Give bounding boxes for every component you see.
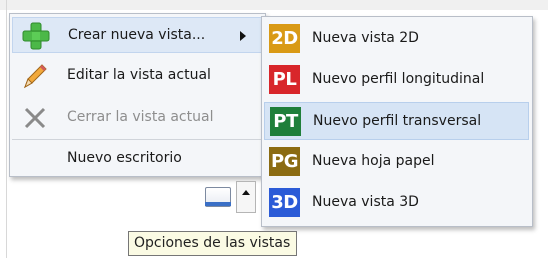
menu-separator bbox=[12, 139, 262, 140]
submenu-item-nueva-vista-2d[interactable]: 2D Nueva vista 2D bbox=[264, 20, 529, 58]
view-options-button[interactable] bbox=[200, 183, 236, 213]
paper-sheet-icon: PG bbox=[269, 147, 300, 176]
submenu-item-label: Nueva vista 2D bbox=[312, 30, 419, 46]
submenu-item-label: Nuevo perfil transversal bbox=[313, 113, 482, 129]
menu-item-editar-vista[interactable]: Editar la vista actual bbox=[12, 58, 262, 94]
view-options-icon-bar bbox=[205, 202, 231, 206]
menu-item-crear-nueva-vista[interactable]: Crear nueva vista... bbox=[12, 17, 262, 53]
submenu-item-label: Nuevo perfil longitudinal bbox=[312, 71, 485, 87]
view-options-dropdown-arrow[interactable] bbox=[236, 181, 256, 213]
pencil-icon bbox=[20, 61, 50, 91]
submenu-item-label: Nueva hoja papel bbox=[312, 153, 435, 169]
background-band bbox=[0, 0, 548, 10]
submenu-item-nueva-vista-3d[interactable]: 3D Nueva vista 3D bbox=[264, 184, 529, 222]
menu-item-label: Editar la vista actual bbox=[67, 67, 211, 83]
background-panel bbox=[535, 10, 548, 210]
submenu-item-perfil-longitudinal[interactable]: PL Nuevo perfil longitudinal bbox=[264, 61, 529, 99]
profile-longitudinal-icon: PL bbox=[269, 65, 300, 94]
submenu-arrow-icon bbox=[240, 31, 246, 41]
submenu-crear-vista: 2D Nueva vista 2D PL Nuevo perfil longit… bbox=[261, 16, 533, 227]
profile-transversal-icon: PT bbox=[270, 107, 301, 136]
green-plus-icon bbox=[21, 21, 51, 51]
context-menu: Crear nueva vista... Editar la vista act… bbox=[9, 13, 266, 177]
background-border bbox=[6, 0, 7, 258]
menu-item-label: Cerrar la vista actual bbox=[67, 109, 214, 125]
submenu-item-hoja-papel[interactable]: PG Nueva hoja papel bbox=[264, 143, 529, 181]
submenu-item-label: Nueva vista 3D bbox=[312, 194, 419, 210]
view-2d-icon: 2D bbox=[269, 24, 300, 53]
tooltip: Opciones de las vistas bbox=[128, 231, 298, 256]
menu-item-nuevo-escritorio[interactable]: Nuevo escritorio bbox=[12, 141, 262, 177]
menu-item-label: Crear nueva vista... bbox=[68, 27, 206, 43]
close-x-icon bbox=[20, 103, 50, 133]
menu-item-cerrar-vista[interactable]: Cerrar la vista actual bbox=[12, 100, 262, 136]
view-3d-icon: 3D bbox=[269, 188, 300, 217]
submenu-item-perfil-transversal[interactable]: PT Nuevo perfil transversal bbox=[264, 102, 529, 140]
menu-item-label: Nuevo escritorio bbox=[67, 150, 182, 166]
